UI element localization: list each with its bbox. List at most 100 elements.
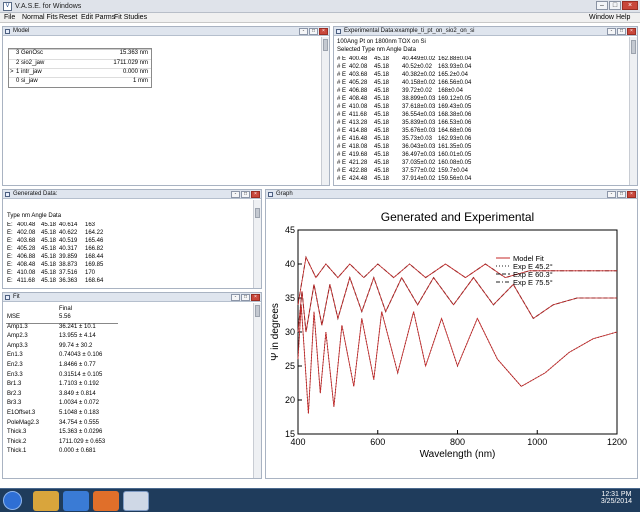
- fit-parameter-list[interactable]: MSE 5.56 Amp1.3 36.241 ± 10.1 Amp2.3 13.955 ±…: [3, 314, 253, 478]
- experimental-cell: 400.48: [349, 56, 368, 62]
- panel-maximize-button[interactable]: □: [617, 28, 626, 35]
- system-clock[interactable]: 12:31 PM 3/25/2014: [601, 491, 632, 505]
- menu-normal-fits[interactable]: Normal Fits: [22, 14, 58, 21]
- menu-fit-studies[interactable]: Fit Studies: [114, 14, 147, 21]
- experimental-row[interactable]: # E 416.48 45.18 35.73±0.03 162.93±0.06: [334, 136, 624, 144]
- layer-row[interactable]: 0 si_jaw 1 mm: [9, 77, 151, 86]
- panel-minimize-button[interactable]: -: [231, 191, 240, 198]
- vase-app-icon[interactable]: [123, 491, 149, 511]
- panel-minimize-button[interactable]: -: [607, 191, 616, 198]
- layer-row[interactable]: 3 GenOsc 15.363 nm: [9, 50, 151, 59]
- fit-parameter-row[interactable]: En1.3 0.74043 ± 0.106: [3, 352, 243, 361]
- panel-close-button[interactable]: ×: [627, 191, 636, 198]
- experimental-cell: 36.554±0.03: [402, 112, 436, 118]
- experimental-cell: #: [337, 152, 341, 158]
- experimental-row[interactable]: # E 414.88 45.18 35.676±0.03 164.68±0.06: [334, 128, 624, 136]
- fit-parameter-row[interactable]: Amp3.3 99.74 ± 30.2: [3, 343, 243, 352]
- experimental-row[interactable]: # E 405.28 45.18 40.158±0.02 166.56±0.04: [334, 80, 624, 88]
- fit-parameter-row[interactable]: Thick.3 15.363 ± 0.0296: [3, 429, 243, 438]
- menu-help[interactable]: Help: [616, 14, 630, 21]
- psi-chart[interactable]: Generated and Experimental400 600 800 1000 1…: [266, 200, 637, 478]
- experimental-data-list[interactable]: # E 400.48 45.18 40.449±0.02 162.88±0.04 # E 402…: [334, 56, 629, 186]
- fit-parameter-row[interactable]: E1Offset.3 5.1048 ± 0.183: [3, 410, 243, 419]
- fit-parameter-row[interactable]: Amp2.3 13.955 ± 4.14: [3, 333, 243, 342]
- experimental-row[interactable]: # E 421.28 45.18 37.035±0.02 160.08±0.05: [334, 160, 624, 168]
- y-tick-label: 15: [285, 429, 295, 439]
- generated-row[interactable]: E: 411.68 45.18 36.363 168.64: [3, 278, 243, 286]
- experimental-row[interactable]: # E 419.68 45.18 36.497±0.03 160.01±0.05: [334, 152, 624, 160]
- fit-parameter-value: 99.74 ± 30.2: [59, 342, 93, 349]
- panel-minimize-button[interactable]: -: [231, 294, 240, 301]
- generated-row[interactable]: E: 400.48 45.18 40.614 163: [3, 222, 243, 230]
- scroll-thumb[interactable]: [323, 39, 328, 51]
- fit-scrollbar[interactable]: [253, 303, 261, 478]
- panel-close-button[interactable]: ×: [319, 28, 328, 35]
- panel-close-button[interactable]: ×: [251, 294, 260, 301]
- experimental-cell: 405.28: [349, 80, 368, 86]
- experimental-row[interactable]: # E 408.48 45.18 38.899±0.03 169.12±0.05: [334, 96, 624, 104]
- panel-maximize-button[interactable]: □: [241, 294, 250, 301]
- panel-maximize-button[interactable]: □: [309, 28, 318, 35]
- experimental-row[interactable]: # E 418.08 45.18 36.043±0.03 161.35±0.05: [334, 144, 624, 152]
- experimental-scrollbar[interactable]: [629, 37, 637, 185]
- close-button[interactable]: ×: [622, 1, 638, 10]
- legend-label: Exp E 75.5°: [513, 278, 553, 287]
- generated-row[interactable]: E: 410.08 45.18 37.516 170: [3, 270, 243, 278]
- fit-parameter-row[interactable]: Thick.2 1711.029 ± 0.653: [3, 439, 243, 448]
- panel-minimize-button[interactable]: -: [607, 28, 616, 35]
- generated-row[interactable]: E: 402.08 45.18 40.622 164.22: [3, 230, 243, 238]
- fit-parameter-row[interactable]: Br1.3 1.7103 ± 0.192: [3, 381, 243, 390]
- panel-close-button[interactable]: ×: [251, 191, 260, 198]
- experimental-row[interactable]: # E 422.88 45.18 37.577±0.02 159.7±0.04: [334, 168, 624, 176]
- fit-parameter-row[interactable]: PoleMag2.3 34.754 ± 0.555: [3, 420, 243, 429]
- experimental-cell: 36.497±0.03: [402, 152, 436, 158]
- minimize-button[interactable]: –: [596, 1, 608, 10]
- model-scrollbar[interactable]: [321, 37, 329, 185]
- fit-parameter-row[interactable]: En2.3 1.8466 ± 0.77: [3, 362, 243, 371]
- generated-row[interactable]: E: 403.68 45.18 40.519 165.46: [3, 238, 243, 246]
- file-explorer-icon[interactable]: [33, 491, 59, 511]
- panel-maximize-button[interactable]: □: [617, 191, 626, 198]
- menu-reset[interactable]: Reset: [59, 14, 77, 21]
- experimental-row[interactable]: # E 410.08 45.18 37.618±0.03 169.43±0.05: [334, 104, 624, 112]
- generated-row[interactable]: E: 408.48 45.18 38.873 169.85: [3, 262, 243, 270]
- fit-parameter-row[interactable]: Br3.3 1.0034 ± 0.072: [3, 400, 243, 409]
- fit-parameter-row[interactable]: MSE 5.56: [3, 314, 243, 323]
- experimental-row[interactable]: # E 400.48 45.18 40.449±0.02 162.88±0.04: [334, 56, 624, 64]
- layer-row[interactable]: > 1 intr_jaw 0.000 nm: [9, 68, 151, 77]
- scroll-thumb[interactable]: [255, 305, 260, 317]
- experimental-cell: 406.88: [349, 88, 368, 94]
- fit-parameter-row[interactable]: Thick.1 0.000 ± 0.681: [3, 448, 243, 457]
- panel-maximize-button[interactable]: □: [241, 191, 250, 198]
- fit-parameter-row[interactable]: En3.3 0.31514 ± 0.105: [3, 372, 243, 381]
- firefox-icon[interactable]: [93, 491, 119, 511]
- internet-explorer-icon[interactable]: [63, 491, 89, 511]
- fit-parameter-value: 15.363 ± 0.0296: [59, 429, 103, 436]
- menu-file[interactable]: File: [4, 14, 15, 21]
- experimental-row[interactable]: # E 402.08 45.18 40.52±0.02 163.93±0.04: [334, 64, 624, 72]
- experimental-row[interactable]: # E 406.88 45.18 39.72±0.02 168±0.04: [334, 88, 624, 96]
- scroll-thumb[interactable]: [255, 208, 260, 218]
- start-button[interactable]: [3, 491, 22, 510]
- maximize-button[interactable]: □: [609, 1, 621, 10]
- window-titlebar: V V.A.S.E. for Windows – □ ×: [0, 0, 640, 13]
- menu-edit-parms[interactable]: Edit Parms: [81, 14, 115, 21]
- experimental-row[interactable]: # E 413.28 45.18 35.839±0.03 166.53±0.06: [334, 120, 624, 128]
- generated-data-list[interactable]: E: 400.48 45.18 40.614 163 E: 402.08 45.18 40.62…: [3, 222, 253, 288]
- fit-parameter-row[interactable]: Amp1.3 36.241 ± 10.1: [3, 324, 243, 333]
- menu-window[interactable]: Window: [589, 14, 614, 21]
- scroll-thumb[interactable]: [631, 40, 636, 54]
- generated-cell: 40.614: [59, 222, 78, 228]
- panel-minimize-button[interactable]: -: [299, 28, 308, 35]
- layer-row[interactable]: 2 sio2_jaw 1711.029 nm: [9, 59, 151, 68]
- experimental-row[interactable]: # E 411.68 45.18 36.554±0.03 168.38±0.06: [334, 112, 624, 120]
- fit-parameter-value: 0.31514 ± 0.105: [59, 371, 103, 378]
- generated-row[interactable]: E: 405.28 45.18 40.317 166.82: [3, 246, 243, 254]
- experimental-row[interactable]: # E 424.48 45.18 37.914±0.02 159.56±0.04: [334, 176, 624, 184]
- generated-scrollbar[interactable]: [253, 200, 261, 288]
- generated-row[interactable]: E: 406.88 45.18 39.859 168.44: [3, 254, 243, 262]
- panel-close-button[interactable]: ×: [627, 28, 636, 35]
- fit-parameter-row[interactable]: Br2.3 3.849 ± 0.814: [3, 391, 243, 400]
- experimental-row[interactable]: # E 403.68 45.18 40.382±0.02 165.2±0.04: [334, 72, 624, 80]
- layer-stack[interactable]: 3 GenOsc 15.363 nm 2 sio2_jaw 1711.029 n…: [8, 48, 152, 88]
